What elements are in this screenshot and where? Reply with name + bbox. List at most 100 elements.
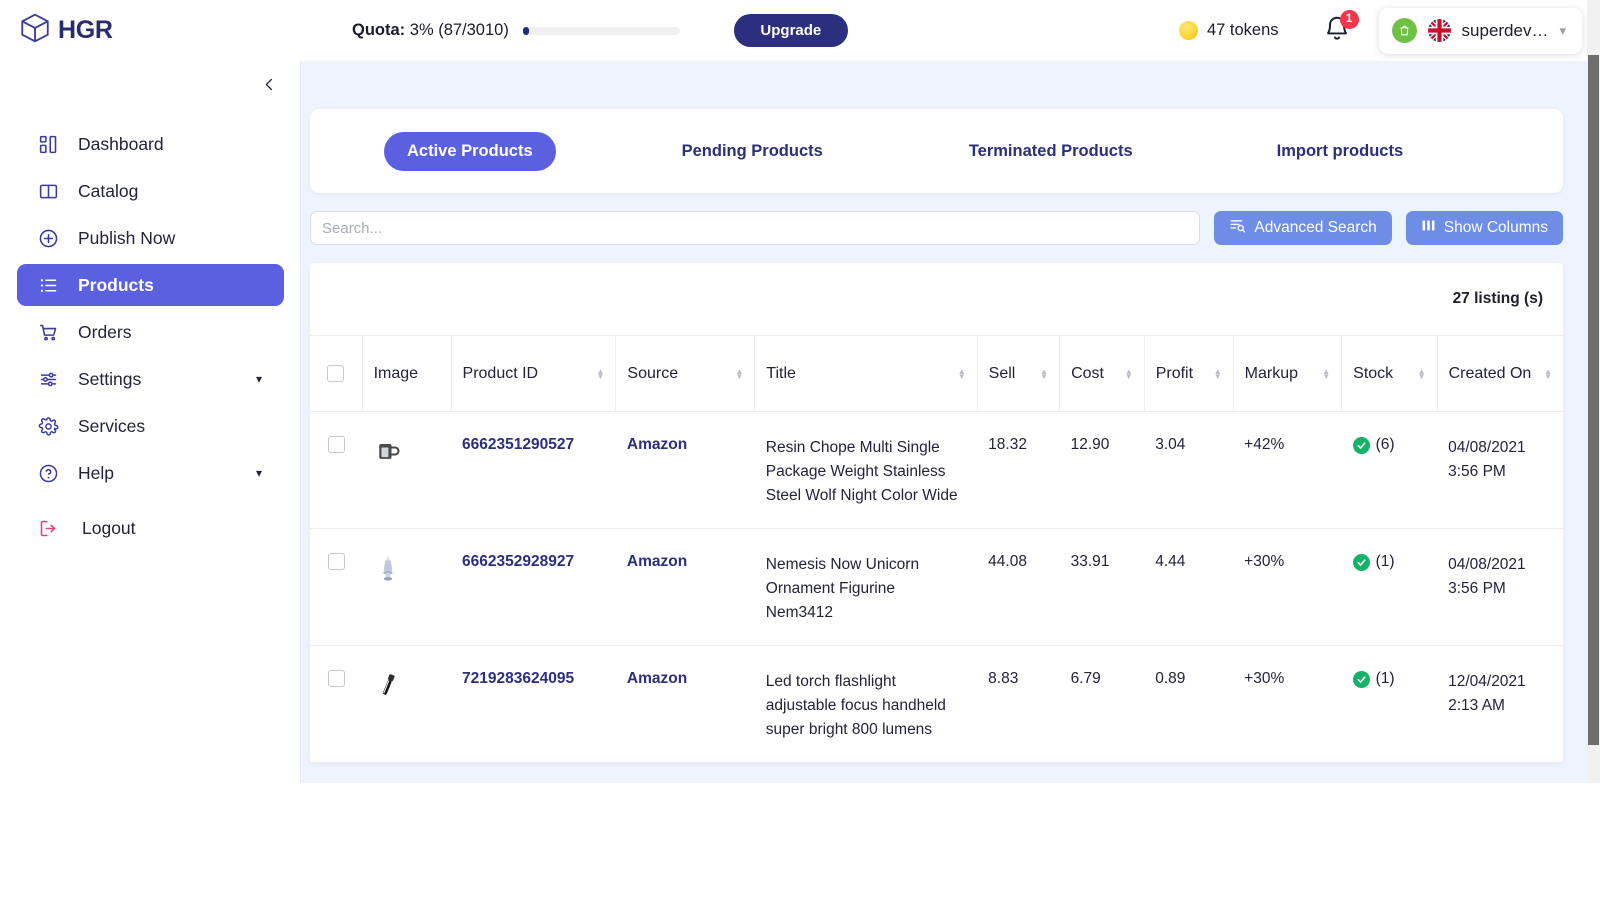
row-cost: 6.79 [1070,670,1101,688]
row-product-id[interactable]: 6662351290527 [451,412,616,529]
sort-arrows-icon[interactable]: ▲ ▼ [958,367,966,380]
select-all-checkbox[interactable] [327,365,345,382]
row-markup: +42% [1244,436,1285,453]
uk-flag-icon [1427,19,1451,42]
chevron-left-icon [265,78,272,90]
created-date: 04/08/2021 [1448,556,1526,574]
header-image: Image [362,335,452,412]
sidebar-item-label: Orders [78,321,132,342]
bell-icon [1323,16,1351,48]
sidebar-collapse-button[interactable] [256,71,282,97]
products-table-card: 27 listing (s) Image Product ID ▲ ▼ Sour… [310,263,1563,764]
list-icon [34,275,62,296]
header-label: Title [766,364,796,382]
sort-arrows-icon[interactable]: ▲ ▼ [596,367,604,380]
quota-progress-fill [522,26,529,35]
tab-pending-products[interactable]: Pending Products [682,142,823,161]
main-content: Active Products Pending Products Termina… [301,61,1589,783]
table-body: 6662351290527 Amazon Resin Chope Multi S… [310,412,1563,763]
row-source[interactable]: Amazon [616,412,755,529]
row-checkbox[interactable] [327,553,345,571]
header-stock[interactable]: Stock ▲ ▼ [1341,335,1438,412]
sidebar-item-dashboard[interactable]: Dashboard [17,123,284,165]
header-created-on[interactable]: Created On ▲ ▼ [1437,336,1563,412]
sort-arrows-icon[interactable]: ▲ ▼ [1418,367,1426,380]
row-checkbox[interactable] [327,436,345,453]
sort-arrows-icon[interactable]: ▲ ▼ [1544,367,1552,380]
tokens-indicator[interactable]: 47 tokens [1178,21,1279,40]
sidebar-item-catalog[interactable]: Catalog [17,170,284,212]
app-logo[interactable]: HGR [18,11,218,50]
search-input[interactable] [310,211,1201,245]
tab-terminated-products[interactable]: Terminated Products [969,142,1133,161]
row-source[interactable]: Amazon [616,529,755,646]
user-name: superdev… [1461,20,1549,40]
notifications-button[interactable]: 1 [1323,9,1359,48]
chevron-down-icon: ▾ [255,466,262,480]
sort-arrows-icon[interactable]: ▲ ▼ [1214,367,1222,380]
page-scrollbar-track[interactable] [1587,0,1600,783]
row-checkbox[interactable] [327,670,345,688]
header-sell[interactable]: Sell ▲ ▼ [977,335,1061,412]
tab-active-products[interactable]: Active Products [384,131,556,171]
sidebar-item-settings[interactable]: Settings ▾ [17,358,284,400]
gear-icon [34,416,62,437]
cart-icon [34,322,62,343]
sort-arrows-icon[interactable]: ▲ ▼ [1040,367,1048,380]
table-row[interactable]: 6662351290527 Amazon Resin Chope Multi S… [310,412,1563,529]
sidebar-item-label: Dashboard [78,133,164,154]
show-columns-button[interactable]: Show Columns [1405,211,1563,245]
row-created-on: 04/08/2021 3:56 PM [1437,529,1563,646]
header-title[interactable]: Title ▲ ▼ [754,335,978,412]
sort-arrows-icon[interactable]: ▲ ▼ [735,367,743,380]
row-profit: 3.04 [1155,436,1186,453]
row-profit: 0.89 [1155,670,1186,688]
sidebar-item-label: Products [78,274,154,295]
top-bar: HGR Quota: 3% (87/3010) Upgrade 47 token… [0,0,1600,61]
table-row[interactable]: 7219283624095 Amazon Led torch flashligh… [310,646,1563,763]
row-markup: +30% [1244,553,1285,571]
row-markup: +30% [1244,670,1285,688]
flashlight-thumbnail [373,670,403,700]
created-date: 04/08/2021 [1448,439,1526,456]
table-row[interactable]: 6662352928927 Amazon Nemesis Now Unicorn… [310,529,1563,646]
row-sell: 8.83 [988,670,1019,688]
header-profit[interactable]: Profit ▲ ▼ [1144,335,1234,412]
sidebar-item-help[interactable]: Help ▾ [17,452,284,494]
header-product-id[interactable]: Product ID ▲ ▼ [451,335,617,412]
row-stock: (6) [1342,412,1437,529]
sidebar-item-label: Settings [78,368,142,389]
sidebar-item-publish-now[interactable]: Publish Now [17,217,284,259]
show-columns-label: Show Columns [1443,219,1548,236]
page-scrollbar-thumb[interactable] [1588,55,1599,745]
sidebar-item-products[interactable]: Products [17,264,284,306]
stock-count: (1) [1375,670,1395,688]
row-source[interactable]: Amazon [616,646,755,763]
header-label: Product ID [462,364,539,382]
row-product-id[interactable]: 7219283624095 [451,646,616,763]
header-cost[interactable]: Cost ▲ ▼ [1059,335,1145,412]
row-sell: 44.08 [988,553,1027,571]
advanced-search-button[interactable]: Advanced Search [1214,211,1392,245]
sidebar-item-services[interactable]: Services [17,405,284,447]
row-product-id[interactable]: 6662352928927 [451,529,616,646]
sidebar-item-logout[interactable]: Logout [17,507,284,549]
plus-circle-icon [34,228,62,249]
sidebar-item-orders[interactable]: Orders [17,311,284,353]
sidebar-item-label: Publish Now [78,227,176,248]
upgrade-button[interactable]: Upgrade [733,14,848,47]
row-profit: 4.44 [1155,553,1186,571]
header-markup[interactable]: Markup ▲ ▼ [1233,335,1343,412]
quota-block: Quota: 3% (87/3010) Upgrade [352,14,848,47]
logout-icon [34,518,62,539]
stock-count: (1) [1375,553,1395,571]
header-label: Profit [1155,364,1194,382]
tab-import-products[interactable]: Import products [1277,142,1404,161]
user-account-chip[interactable]: superdev… ▾ [1378,7,1582,54]
header-source[interactable]: Source ▲ ▼ [615,335,756,412]
sort-arrows-icon[interactable]: ▲ ▼ [1125,367,1133,380]
products-table: Image Product ID ▲ ▼ Source ▲ ▼ Title ▲ … [310,335,1563,763]
sort-arrows-icon[interactable]: ▲ ▼ [1322,367,1330,380]
shopify-bag-icon [1391,18,1417,43]
stock-ok-icon [1352,436,1370,454]
